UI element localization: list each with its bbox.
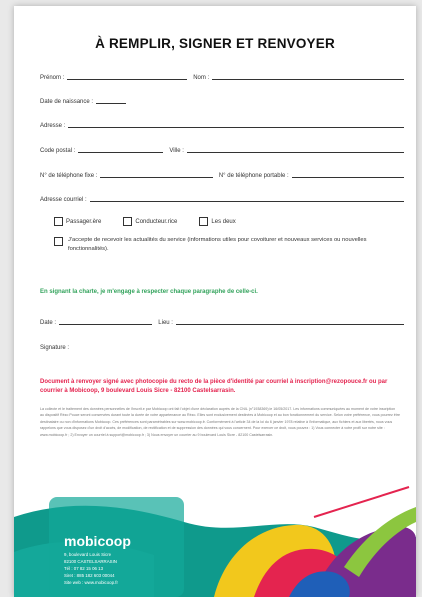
address-field[interactable] (68, 127, 404, 128)
role-label: Conducteur.rice (135, 218, 178, 225)
role-option[interactable]: Passager.ère (54, 217, 101, 226)
consent-checkbox[interactable] (54, 237, 63, 246)
birthdate-field[interactable] (96, 103, 126, 104)
city-row: Code postal : Ville : (40, 143, 404, 155)
name-row: Prénom : Nom : (40, 70, 404, 82)
date-place-row: Date : Lieu : (40, 315, 404, 327)
address-row: Adresse : (40, 118, 404, 130)
address-label: Adresse : (40, 123, 66, 129)
birthdate-label: Date de naissance : (40, 99, 94, 105)
city-field[interactable] (186, 152, 404, 153)
email-field[interactable] (89, 201, 404, 202)
checkbox[interactable] (123, 217, 133, 226)
legal-notice: La collecte et le traitement des données… (40, 407, 400, 437)
city-label: Ville : (169, 148, 184, 154)
prenom-label: Prénom : (40, 75, 65, 81)
email-label: Adresse courriel : (40, 197, 87, 203)
role-option[interactable]: Les deux (199, 217, 236, 226)
signature-row: Signature : (40, 340, 404, 352)
prenom-field[interactable] (67, 79, 188, 80)
role-label: Passager.ère (66, 218, 102, 225)
role-option[interactable]: Conducteur.rice (123, 217, 177, 226)
footer-address: 9, boulevard Louis Sicre 82100 CASTELSAR… (64, 551, 182, 586)
signature-label: Signature : (40, 345, 70, 351)
birthdate-row: Date de naissance : (40, 94, 126, 106)
email-row: Adresse courriel : (40, 192, 404, 204)
mobile-label: N° de téléphone portable : (218, 173, 289, 179)
page-title: À REMPLIR, SIGNER ET RENVOYER (95, 36, 335, 51)
send-instructions: Document à renvoyer signé avec photocopi… (40, 379, 388, 394)
mobile-field[interactable] (291, 177, 405, 178)
date-label: Date : (40, 320, 57, 326)
date-field[interactable] (59, 324, 153, 325)
address-line: Tél : 07 82 15 06 13 (64, 566, 104, 571)
role-label: Les deux (211, 218, 236, 225)
place-field[interactable] (175, 324, 404, 325)
checkbox[interactable] (199, 217, 209, 226)
landline-label: N° de téléphone fixe : (40, 173, 98, 179)
phone-row: N° de téléphone fixe : N° de téléphone p… (40, 168, 405, 180)
nom-field[interactable] (212, 79, 404, 80)
postal-code-field[interactable] (78, 152, 164, 153)
postal-code-label: Code postal : (40, 148, 76, 154)
role-options: Passager.ère Conducteur.rice Les deux (54, 217, 258, 226)
mobicoop-logo: mobicoop (64, 533, 131, 549)
landline-field[interactable] (100, 177, 213, 178)
place-label: Lieu : (158, 320, 173, 326)
address-line: 9, boulevard Louis Sicre (64, 552, 112, 557)
form-sheet: À REMPLIR, SIGNER ET RENVOYER Prénom : N… (14, 6, 416, 597)
address-line: 82100 CASTELSARRASIN (64, 559, 117, 564)
checkbox[interactable] (54, 217, 63, 226)
address-line: Siret : 885 182 603 00044 (64, 573, 115, 578)
newsletter-consent: J'accepte de recevoir les actualités du … (54, 236, 402, 254)
address-line: Site web : www.mobicoop.fr (64, 580, 118, 585)
consent-text: J'accepte de recevoir les actualités du … (68, 237, 367, 252)
nom-label: Nom : (193, 75, 210, 81)
charter-statement: En signant la charte, je m'engage à resp… (40, 289, 258, 295)
